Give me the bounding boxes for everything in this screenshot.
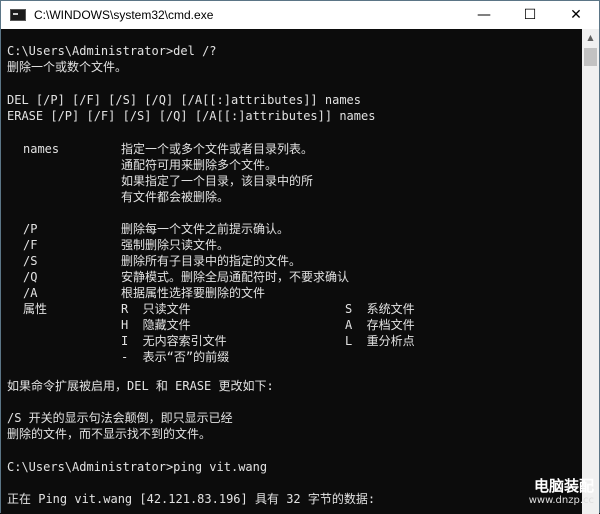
syntax-erase: ERASE [/P] [/F] [/S] [/Q] [/A[[:]attribu… — [7, 109, 376, 123]
cmd-app-icon[interactable] — [10, 9, 26, 21]
option-description: 通配符可用来删除多个文件。 — [121, 158, 278, 172]
option-key: /A — [23, 286, 38, 300]
option-description: 如果指定了一个目录，该目录中的所 — [121, 174, 314, 188]
watermark-name: 电脑装配 — [533, 477, 594, 495]
window-controls: — ☐ ✕ — [461, 1, 599, 29]
site-watermark: 电脑装配 www.dnzp.cc — [529, 477, 594, 507]
attribute-entry: A 存档文件 — [345, 318, 415, 332]
cmd-window: C:\WINDOWS\system32\cmd.exe — ☐ ✕ C:\Use… — [0, 0, 600, 514]
maximize-button[interactable]: ☐ — [507, 1, 553, 29]
extensions-note: 如果命令扩展被启用，DEL 和 ERASE 更改如下: — [7, 379, 274, 393]
option-description: 指定一个或多个文件或者目录列表。 — [121, 142, 314, 156]
scroll-up-arrow-icon[interactable]: ▲ — [582, 29, 599, 46]
attributes-key: 属性 — [23, 302, 48, 316]
attribute-entry: I 无内容索引文件 — [121, 334, 227, 348]
option-key: /F — [23, 238, 38, 252]
command-description: 删除一个或数个文件。 — [7, 60, 128, 74]
attribute-entry: H 隐藏文件 — [121, 318, 191, 332]
watermark-url: www.dnzp.cc — [528, 495, 594, 506]
option-key: /P — [23, 222, 38, 236]
attribute-entry: L 重分析点 — [345, 334, 415, 348]
attribute-entry: S 系统文件 — [345, 302, 415, 316]
option-description: 有文件都会被删除。 — [121, 190, 230, 204]
option-description: 删除每一个文件之前提示确认。 — [121, 222, 290, 236]
window-title: C:\WINDOWS\system32\cmd.exe — [34, 8, 214, 22]
switch-note: 删除的文件，而不显示找不到的文件。 — [7, 427, 212, 441]
ping-output: 正在 Ping vit.wang [42.121.83.196] 具有 32 字… — [7, 492, 376, 506]
option-description: 安静模式。删除全局通配符时，不要求确认 — [121, 270, 350, 284]
attribute-entry: - 表示“否”的前缀 — [121, 350, 230, 364]
console-output[interactable]: C:\Users\Administrator>del /? 删除一个或数个文件。… — [1, 29, 583, 514]
syntax-del: DEL [/P] [/F] [/S] [/Q] [/A[[:]attribute… — [7, 93, 362, 107]
option-description: 删除所有子目录中的指定的文件。 — [121, 254, 302, 268]
minimize-button[interactable]: — — [461, 1, 507, 29]
close-button[interactable]: ✕ — [553, 1, 599, 29]
attribute-entry: R 只读文件 — [121, 302, 191, 316]
option-key: names — [23, 142, 60, 156]
option-key: /S — [23, 254, 38, 268]
option-description: 根据属性选择要删除的文件 — [121, 286, 266, 300]
vertical-scrollbar[interactable]: ▲ — [582, 29, 599, 514]
switch-note: /S 开关的显示句法会颠倒，即只显示已经 — [7, 411, 233, 425]
option-key: /Q — [23, 270, 38, 284]
prompt-line: C:\Users\Administrator>del /? — [7, 44, 217, 58]
prompt-line: C:\Users\Administrator>ping vit.wang — [7, 460, 268, 474]
option-description: 强制删除只读文件。 — [121, 238, 230, 252]
scrollbar-thumb[interactable] — [584, 48, 597, 66]
title-bar[interactable]: C:\WINDOWS\system32\cmd.exe — ☐ ✕ — [1, 1, 599, 29]
